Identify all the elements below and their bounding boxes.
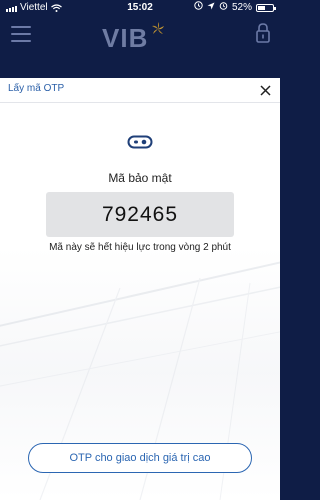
otp-code: 792465 (101, 202, 179, 226)
battery-icon (256, 4, 276, 12)
close-button[interactable] (256, 81, 274, 99)
status-bar: Viettel 15:02 52% (0, 0, 280, 16)
otp-code-box: 792465 (46, 192, 234, 237)
battery-text: 52% (231, 2, 252, 13)
expiry-note: Mã này sẽ hết hiệu lực trong vòng 2 phút (49, 242, 231, 253)
alarm-icon (194, 0, 203, 16)
alarm-icon (219, 0, 228, 16)
logo-text: VIB (102, 22, 149, 53)
high-value-otp-button[interactable]: OTP cho giao dịch giá trị cao (28, 443, 252, 473)
lock-icon[interactable] (255, 22, 271, 49)
app-header: VIB (0, 16, 280, 66)
vib-star-icon (150, 21, 166, 42)
battery-level (258, 6, 265, 10)
location-icon (207, 0, 215, 16)
security-code-label: Mã bảo mật (108, 171, 172, 185)
vib-logo: VIB (102, 21, 166, 53)
otp-key-icon (127, 135, 153, 154)
close-icon (259, 84, 271, 96)
modal-title: Lấy mã OTP (8, 83, 65, 94)
modal-header: Lấy mã OTP (0, 78, 280, 103)
status-right: 52% (194, 0, 276, 16)
high-value-otp-label: OTP cho giao dịch giá trị cao (69, 452, 211, 464)
otp-modal: Lấy mã OTP Mã bảo mật 792465 Mã này sẽ h… (0, 78, 280, 500)
menu-icon[interactable] (11, 26, 31, 42)
